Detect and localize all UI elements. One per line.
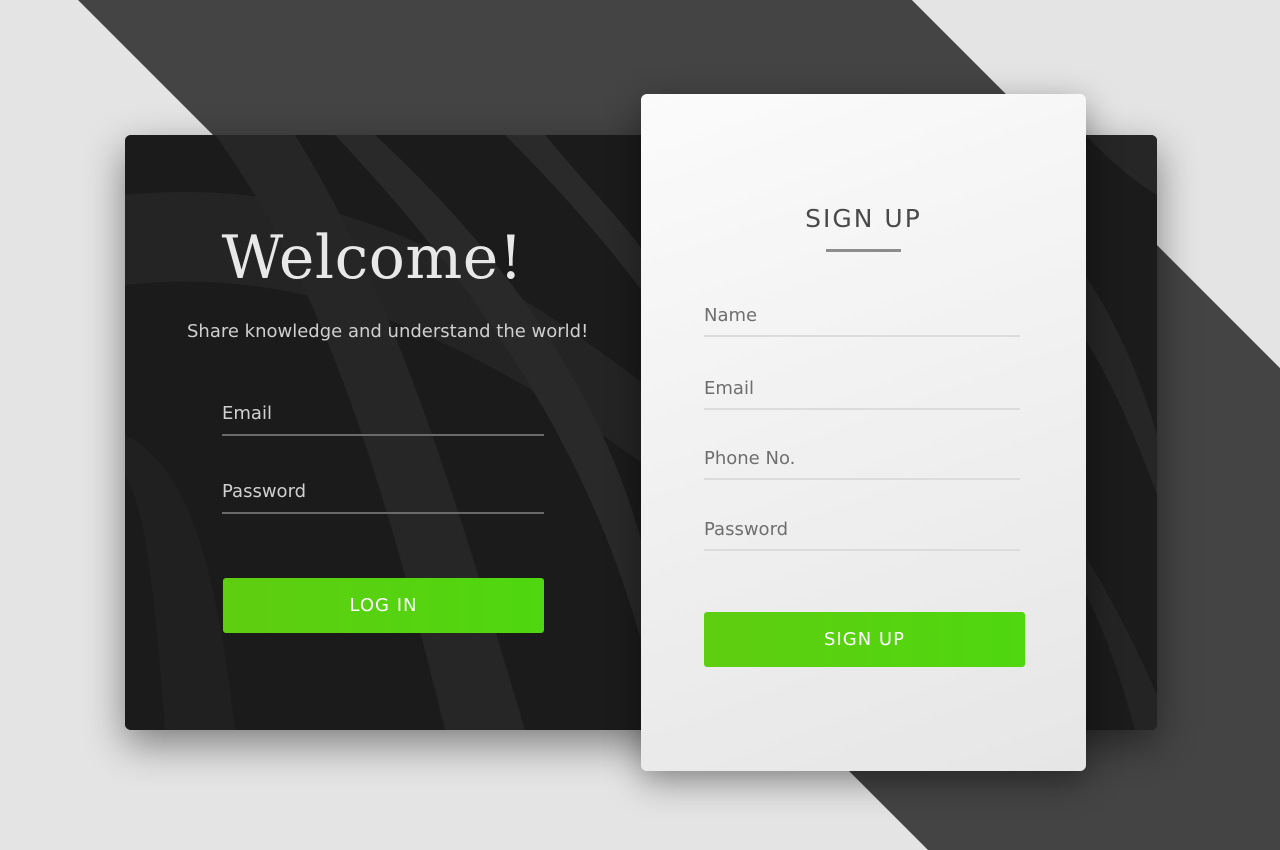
tagline-text: Share knowledge and understand the world… — [187, 321, 589, 342]
title-underline — [826, 249, 901, 252]
signup-password-field[interactable]: Password — [704, 519, 1020, 551]
signup-name-field[interactable]: Name — [704, 305, 1020, 337]
signup-card: SIGN UP Name Email Phone No. Password SI… — [641, 94, 1086, 771]
signup-phone-placeholder: Phone No. — [704, 448, 796, 469]
signup-button[interactable]: SIGN UP — [704, 612, 1025, 667]
signup-name-placeholder: Name — [704, 305, 758, 326]
signup-email-field[interactable]: Email — [704, 378, 1020, 410]
login-email-placeholder: Email — [222, 403, 272, 424]
login-password-field[interactable]: Password — [222, 481, 544, 514]
signup-email-placeholder: Email — [704, 378, 754, 399]
welcome-heading: Welcome! — [221, 223, 524, 293]
login-button[interactable]: LOG IN — [223, 578, 544, 633]
signup-phone-field[interactable]: Phone No. — [704, 448, 1020, 480]
signup-title: SIGN UP — [805, 204, 922, 233]
login-password-placeholder: Password — [222, 481, 307, 502]
login-email-field[interactable]: Email — [222, 403, 544, 436]
signup-password-placeholder: Password — [704, 519, 789, 540]
